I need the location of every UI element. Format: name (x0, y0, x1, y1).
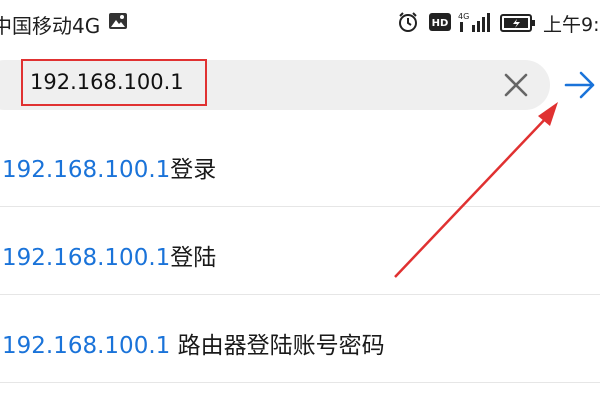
carrier-label: 中国移动4G (0, 14, 101, 38)
svg-text:HD: HD (432, 18, 449, 29)
suggestion-text: 192.168.100.1登录 (2, 150, 216, 184)
arrow-right-icon[interactable] (564, 70, 596, 104)
signal-icon: 4G (458, 10, 492, 38)
status-bar: 中国移动4G HD 4G 上午9: (0, 0, 600, 48)
suggestion-highlight: 192.168.100.1 (2, 157, 171, 183)
suggestion-item[interactable]: 192.168.100.1 路由器登陆账号密码 (0, 297, 600, 383)
annotation-highlight-box (21, 59, 207, 106)
suggestion-item[interactable]: 192.168.100.1登录 (0, 121, 600, 207)
suggestion-text: 192.168.100.1 路由器登陆账号密码 (2, 326, 385, 360)
suggestion-highlight: 192.168.100.1 (2, 245, 171, 271)
svg-text:4G: 4G (458, 12, 469, 21)
suggestion-rest: 登录 (170, 157, 217, 183)
image-icon (108, 12, 128, 34)
suggestion-rest: 路由器登陆账号密码 (170, 333, 385, 359)
suggestion-highlight: 192.168.100.1 (2, 333, 171, 359)
suggestion-item[interactable]: 192.168.100.1登陆 (0, 209, 600, 295)
alarm-icon (397, 11, 419, 37)
suggestion-text: 192.168.100.1登陆 (2, 238, 216, 272)
close-icon[interactable] (503, 72, 529, 102)
suggestion-rest: 登陆 (170, 245, 217, 271)
hd-icon: HD (429, 13, 451, 35)
clock: 上午9:0 (543, 14, 600, 36)
address-bar-row: 192.168.100.1 (0, 56, 600, 120)
battery-icon (500, 14, 536, 36)
